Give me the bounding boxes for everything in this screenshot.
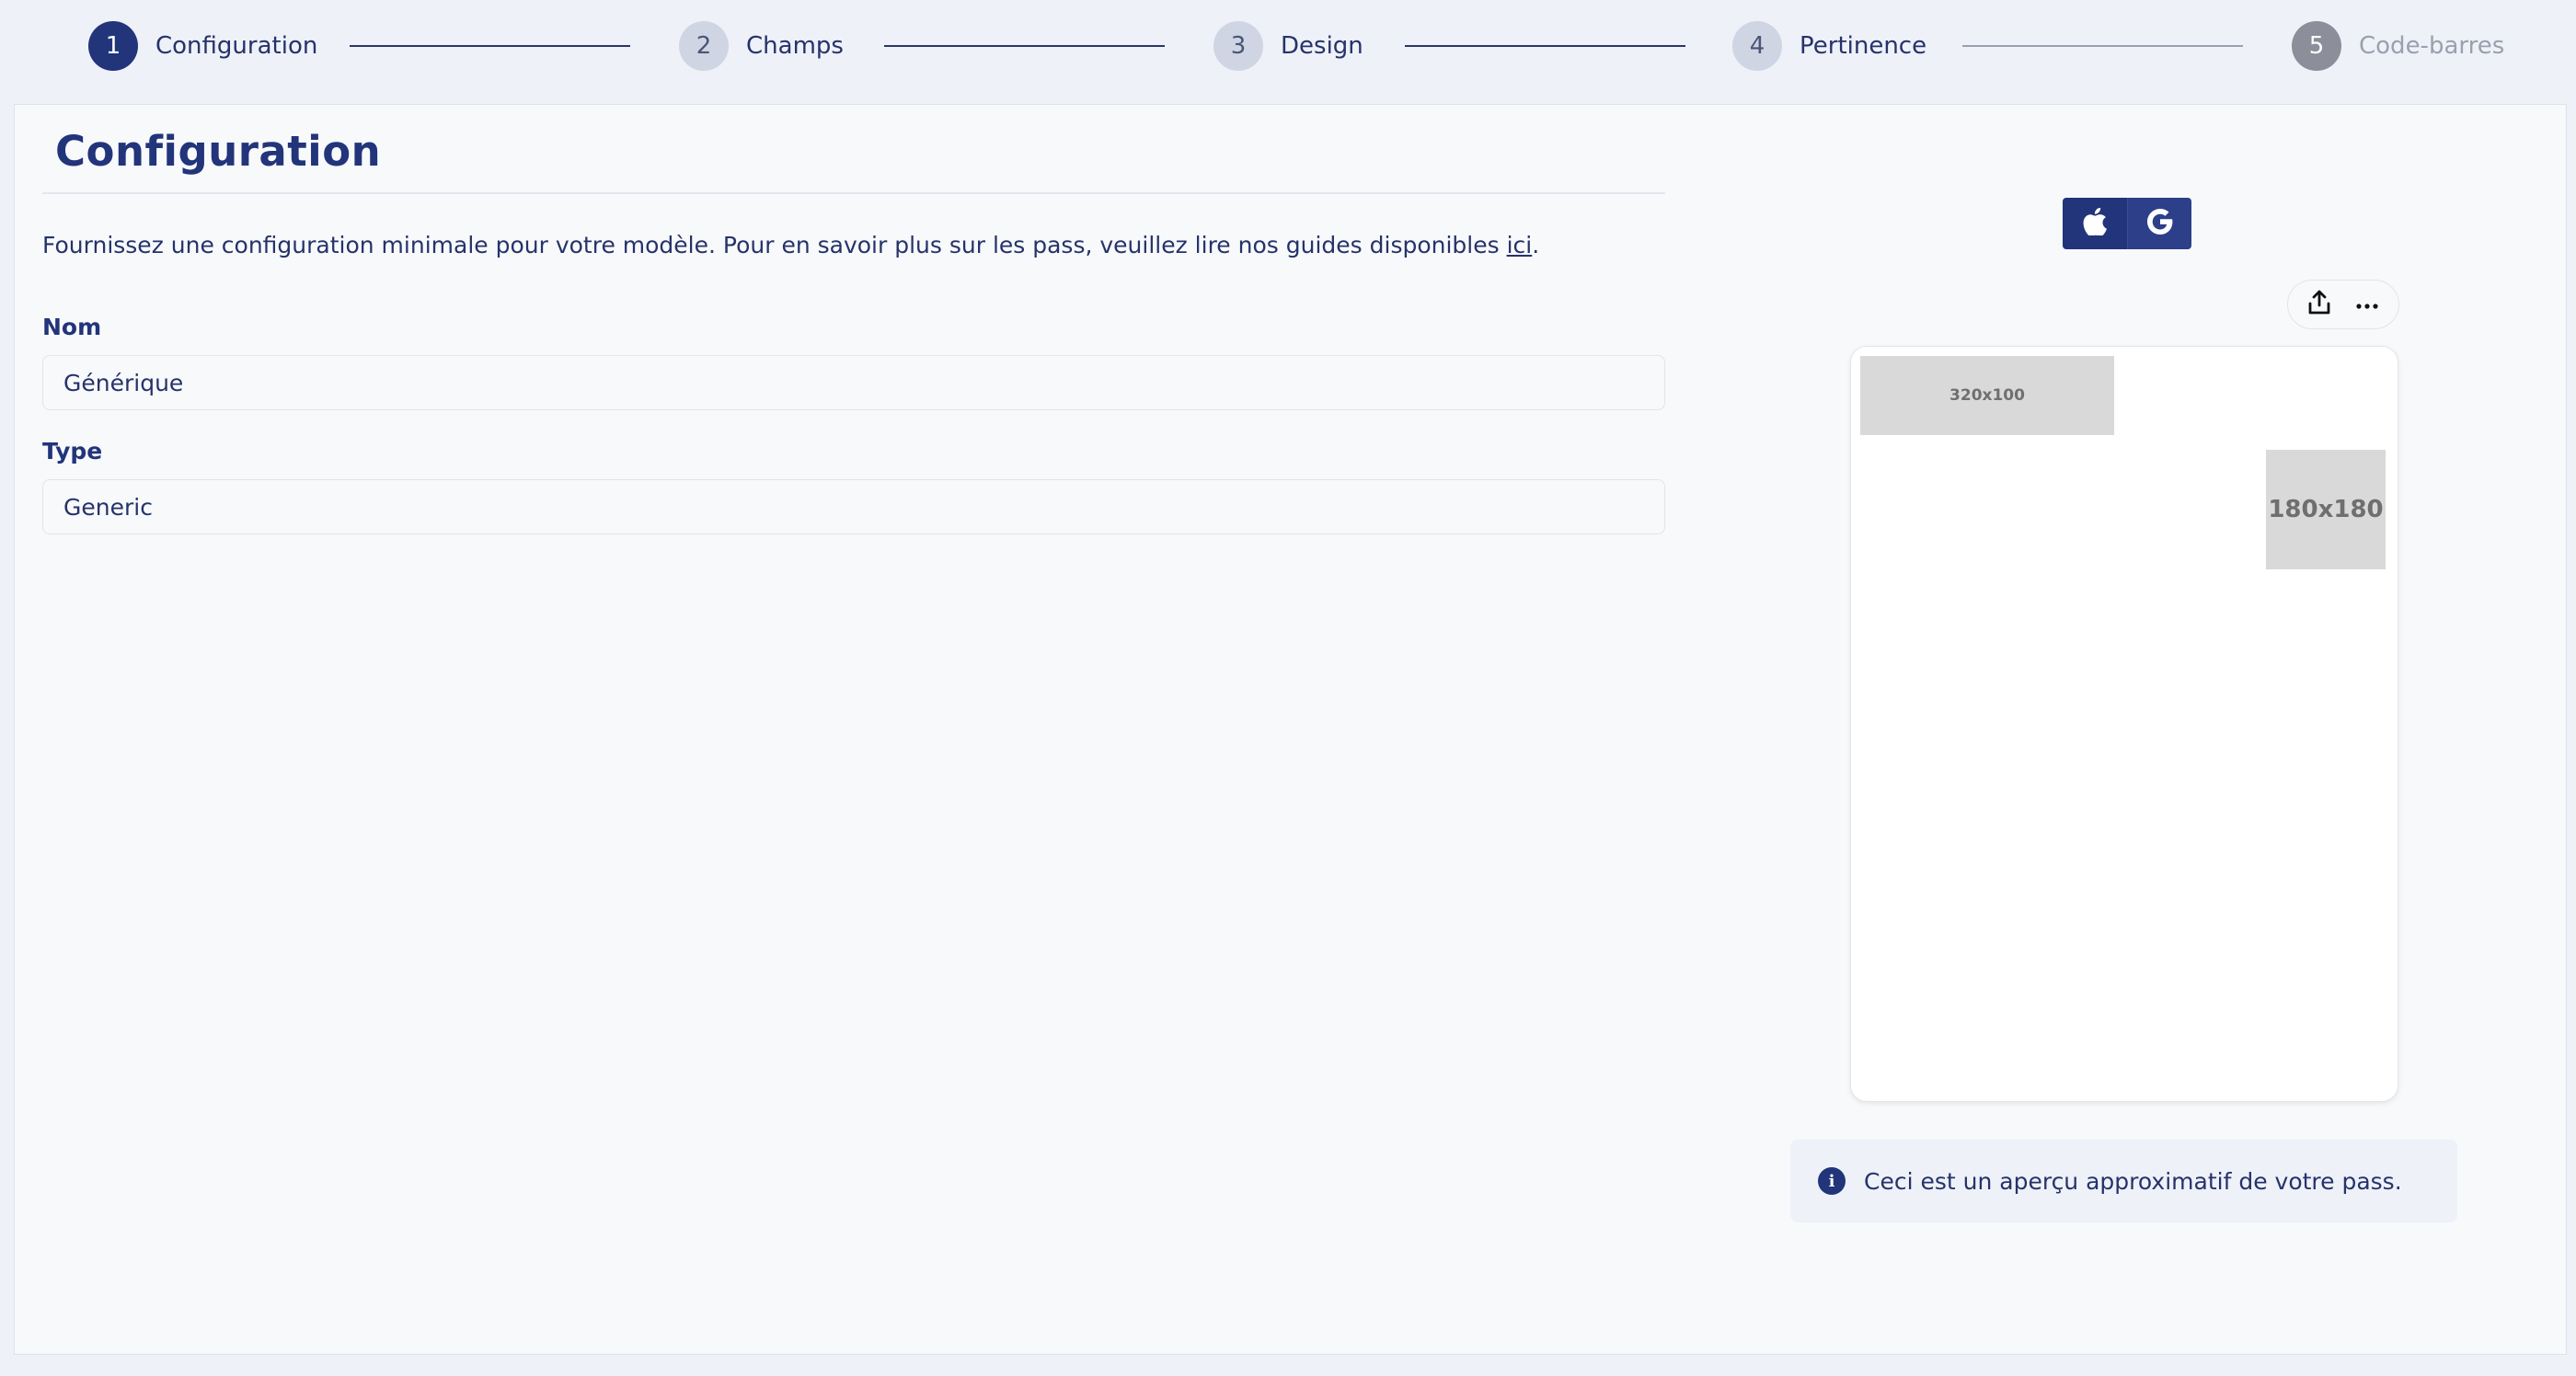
page-title: Configuration xyxy=(55,127,382,176)
step-pertinence[interactable]: 4 Pertinence xyxy=(1732,20,1926,72)
step-number: 3 xyxy=(1213,21,1263,71)
step-label: Configuration xyxy=(155,32,318,60)
preview-info-alert: i Ceci est un aperçu approximatif de vot… xyxy=(1790,1140,2457,1222)
name-label: Nom xyxy=(42,314,102,340)
step-number: 5 xyxy=(2292,21,2341,71)
google-icon xyxy=(2145,207,2175,240)
more-icon xyxy=(2356,296,2378,314)
google-platform-button[interactable] xyxy=(2127,198,2191,249)
info-text: Ceci est un aperçu approximatif de votre… xyxy=(1864,1167,2402,1195)
step-label: Code-barres xyxy=(2359,32,2505,60)
step-label: Design xyxy=(1281,32,1363,60)
title-divider xyxy=(42,192,1665,194)
apple-platform-button[interactable] xyxy=(2063,198,2127,249)
info-icon: i xyxy=(1818,1167,1846,1195)
type-label: Type xyxy=(42,438,103,464)
name-field[interactable]: Générique xyxy=(42,355,1665,410)
thumbnail-placeholder: 180x180 xyxy=(2266,450,2386,569)
step-connector xyxy=(1962,45,2243,47)
step-number: 1 xyxy=(88,21,138,71)
step-connector xyxy=(884,45,1165,47)
step-connector xyxy=(1405,45,1685,47)
step-champs[interactable]: 2 Champs xyxy=(679,20,844,72)
guides-link[interactable]: ici xyxy=(1507,232,1533,258)
type-select[interactable]: Generic xyxy=(42,479,1665,534)
step-configuration[interactable]: 1 Configuration xyxy=(88,20,317,72)
step-label: Champs xyxy=(746,32,844,60)
stepper: 1 Configuration 2 Champs 3 Design 4 Pert… xyxy=(0,0,2576,92)
preview-actions xyxy=(2287,280,2399,329)
pass-preview-card: 320x100 180x180 xyxy=(1850,346,2398,1102)
intro-text-end: . xyxy=(1532,232,1540,258)
apple-icon xyxy=(2083,207,2107,239)
share-icon xyxy=(2307,290,2331,319)
more-button[interactable] xyxy=(2349,286,2386,323)
configuration-panel: Configuration Fournissez une configurati… xyxy=(14,104,2567,1355)
share-button[interactable] xyxy=(2301,286,2338,323)
platform-toggle xyxy=(2063,198,2191,249)
logo-placeholder: 320x100 xyxy=(1860,356,2114,435)
step-connector xyxy=(350,45,630,47)
step-number: 2 xyxy=(679,21,729,71)
step-design[interactable]: 3 Design xyxy=(1213,20,1363,72)
step-number: 4 xyxy=(1732,21,1782,71)
step-code-barres: 5 Code-barres xyxy=(2292,20,2504,72)
intro-text-body: Fournissez une configuration minimale po… xyxy=(42,232,1507,258)
step-label: Pertinence xyxy=(1800,32,1927,60)
intro-text: Fournissez une configuration minimale po… xyxy=(42,232,1539,258)
